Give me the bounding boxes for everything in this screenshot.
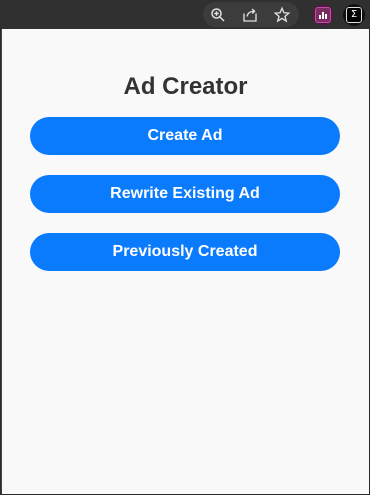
page-title: Ad Creator <box>123 73 248 100</box>
share-icon[interactable] <box>240 5 260 25</box>
rewrite-existing-ad-button[interactable]: Rewrite Existing Ad <box>30 175 340 213</box>
create-ad-button[interactable]: Create Ad <box>30 117 340 155</box>
sigma-icon: Σ <box>346 7 362 23</box>
browser-toolbar: Σ <box>0 0 370 29</box>
sigma-extension-icon[interactable]: Σ <box>343 4 365 26</box>
sigma-glyph: Σ <box>350 9 358 20</box>
zoom-icon[interactable] <box>208 5 228 25</box>
star-icon[interactable] <box>272 5 292 25</box>
bar-chart-icon <box>315 7 331 23</box>
analytics-extension-icon[interactable] <box>312 4 334 26</box>
previously-created-button[interactable]: Previously Created <box>30 233 340 271</box>
extension-popup: Ad Creator Create Ad Rewrite Existing Ad… <box>1 29 369 494</box>
